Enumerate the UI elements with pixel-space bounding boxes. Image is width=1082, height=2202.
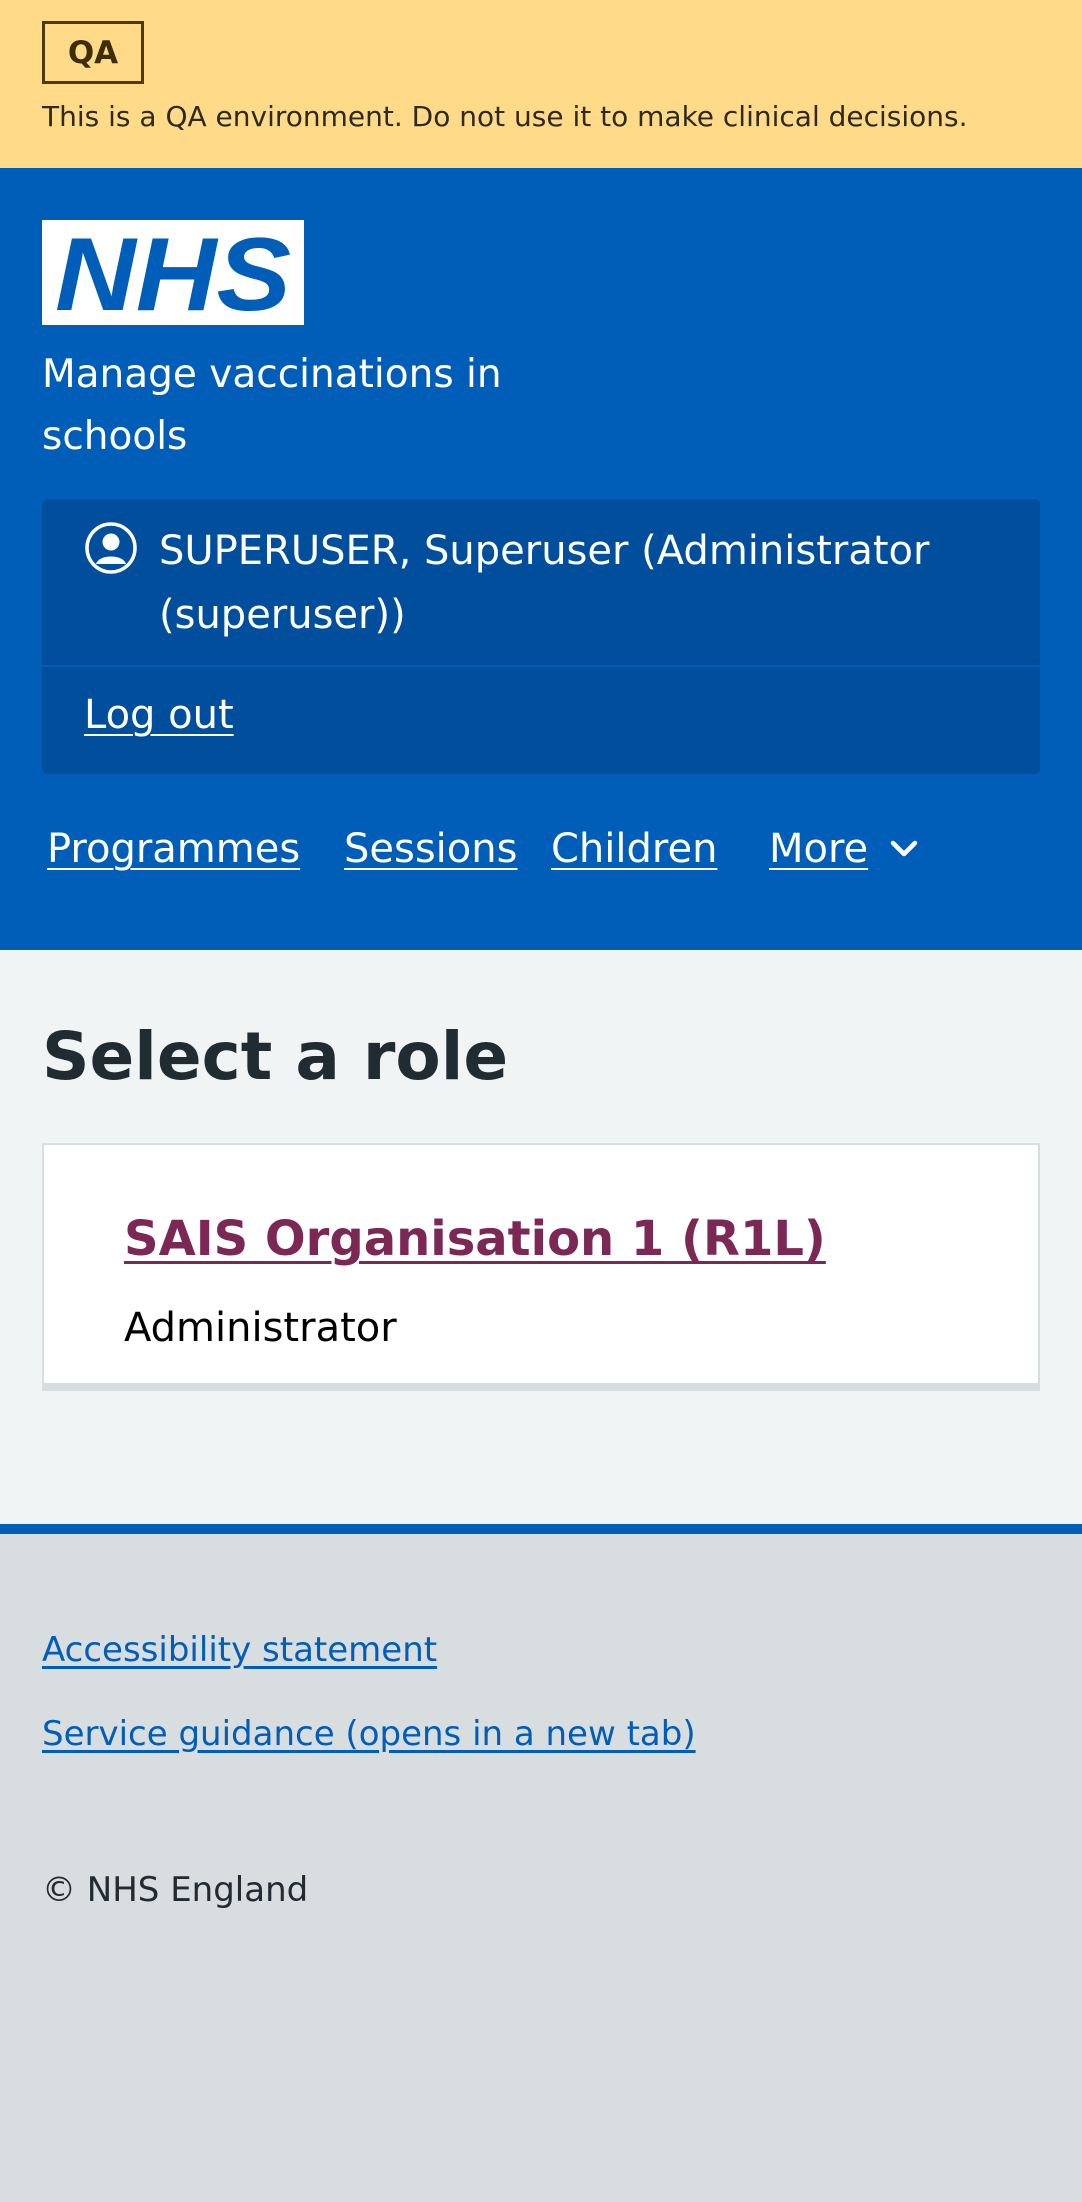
user-circle-icon — [85, 522, 137, 574]
logout-link[interactable]: Log out — [84, 692, 234, 738]
account-user: SUPERUSER, Superuser (Administrator (sup… — [42, 499, 1040, 667]
nav-item-sessions[interactable]: Sessions — [344, 826, 517, 872]
chevron-down-icon — [890, 840, 918, 857]
main-content: Select a role SAIS Organisation 1 (R1L) … — [0, 950, 1082, 1524]
nav-item-more-label: More — [769, 826, 869, 872]
nav-item-more[interactable]: More — [769, 826, 920, 872]
primary-navigation: Programmes Sessions Children More — [0, 826, 1082, 896]
nhs-logo[interactable]: NHS — [42, 220, 304, 325]
account-panel: SUPERUSER, Superuser (Administrator (sup… — [42, 499, 1040, 774]
nav-item-children[interactable]: Children — [551, 826, 717, 872]
environment-banner: QA This is a QA environment. Do not use … — [0, 0, 1082, 168]
service-name[interactable]: Manage vaccinations in schools — [42, 344, 562, 468]
page-title: Select a role — [42, 1018, 509, 1095]
site-footer: Accessibility statement Service guidance… — [0, 1524, 1082, 2202]
environment-message: This is a QA environment. Do not use it … — [42, 100, 968, 133]
environment-tag: QA — [42, 21, 144, 84]
role-name: Administrator — [124, 1305, 397, 1351]
nav-item-programmes[interactable]: Programmes — [47, 826, 300, 872]
accessibility-statement-link[interactable]: Accessibility statement — [42, 1630, 437, 1670]
role-card: SAIS Organisation 1 (R1L) Administrator — [42, 1143, 1040, 1391]
account-user-name: SUPERUSER, Superuser (Administrator (sup… — [159, 528, 930, 638]
role-organisation-link[interactable]: SAIS Organisation 1 (R1L) — [124, 1211, 826, 1267]
site-header: NHS Manage vaccinations in schools SUPER… — [0, 168, 1082, 950]
copyright: © NHS England — [42, 1870, 309, 1910]
service-guidance-link[interactable]: Service guidance (opens in a new tab) — [42, 1714, 696, 1754]
nhs-logo-text: NHS — [55, 220, 291, 325]
